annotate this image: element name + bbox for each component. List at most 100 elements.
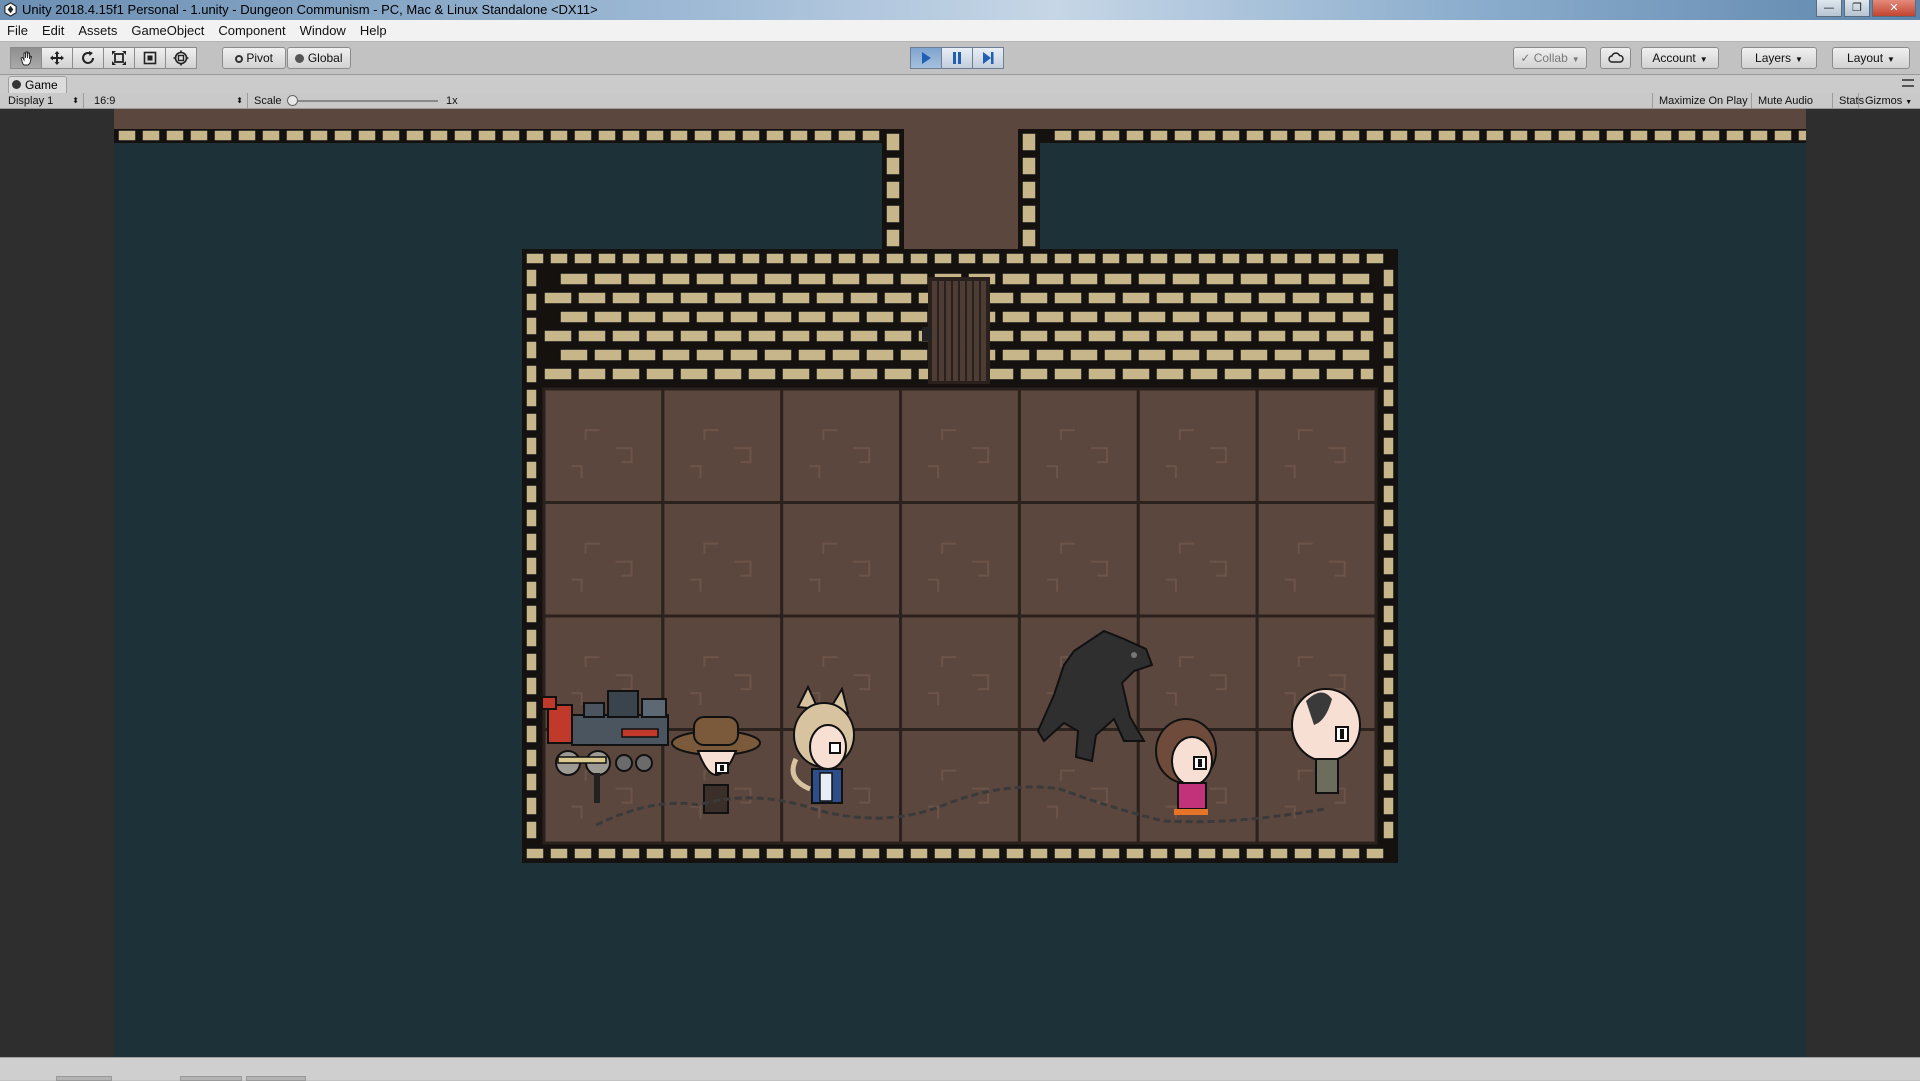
brick — [1223, 329, 1253, 343]
maximize-button[interactable]: ❐ — [1844, 0, 1870, 17]
menu-assets[interactable]: Assets — [71, 23, 124, 38]
wall-stone — [1581, 129, 1601, 142]
brick — [1359, 367, 1375, 381]
brick — [1205, 310, 1235, 324]
rect-tool-button[interactable] — [134, 47, 166, 69]
game-tab[interactable]: Game — [8, 76, 67, 93]
border-stone — [549, 252, 569, 265]
border-stone — [1382, 796, 1395, 816]
wall-stone — [429, 129, 449, 142]
floor-tile — [542, 387, 665, 504]
game-render[interactable] — [114, 109, 1806, 1057]
brick — [713, 329, 743, 343]
collab-button[interactable]: ✓ Collab ▼ — [1513, 47, 1587, 69]
wall-stone — [117, 129, 137, 142]
border-stone — [1382, 604, 1395, 624]
menu-edit[interactable]: Edit — [35, 23, 71, 38]
transform-tool-button[interactable] — [165, 47, 197, 69]
aspect-caret-icon: ⬍ — [236, 96, 243, 105]
brick — [559, 272, 589, 286]
display-value: Display 1 — [8, 95, 54, 107]
border-stone — [525, 604, 538, 624]
border-stone — [621, 252, 641, 265]
border-stone — [525, 460, 538, 480]
layout-dropdown[interactable]: Layout ▼ — [1832, 47, 1910, 69]
game-tab-label: Game — [25, 78, 58, 92]
display-select[interactable]: Display 1 ⬍ — [0, 93, 84, 109]
wall-stone — [1725, 129, 1745, 142]
brick — [1239, 310, 1269, 324]
border-stone — [1101, 252, 1121, 265]
brick — [1053, 329, 1083, 343]
cloud-button[interactable] — [1600, 47, 1631, 69]
brick — [645, 367, 675, 381]
brick — [1001, 348, 1031, 362]
brick — [1087, 291, 1117, 305]
brick — [849, 329, 879, 343]
brick — [661, 348, 691, 362]
floor-tile — [1136, 614, 1259, 731]
play-icon — [922, 52, 931, 64]
step-button[interactable] — [972, 47, 1004, 69]
menu-help[interactable]: Help — [353, 23, 394, 38]
brick — [797, 272, 827, 286]
menu-component[interactable]: Component — [211, 23, 292, 38]
scale-slider-track[interactable] — [292, 100, 438, 102]
brick — [1103, 348, 1133, 362]
global-toggle-button[interactable]: Global — [287, 47, 351, 69]
hand-tool-button[interactable] — [10, 47, 42, 69]
wall-stone — [1317, 129, 1337, 142]
wall-stone — [477, 129, 497, 142]
wall-stone — [525, 129, 545, 142]
pivot-toggle-button[interactable]: Pivot — [222, 47, 286, 69]
menu-gameobject[interactable]: GameObject — [124, 23, 211, 38]
border-stone — [525, 388, 538, 408]
border-stone — [1221, 847, 1241, 860]
minimize-button[interactable]: — — [1816, 0, 1842, 17]
move-tool-button[interactable] — [41, 47, 73, 69]
border-stone — [1382, 316, 1395, 336]
main-toolbar: Pivot Global ✓ Collab ▼ Account ▼ Layers ▼ … — [0, 42, 1920, 75]
wall-stone — [1773, 129, 1793, 142]
scale-tool-button[interactable] — [103, 47, 135, 69]
layers-dropdown[interactable]: Layers ▼ — [1741, 47, 1817, 69]
game-tab-icon — [12, 80, 21, 89]
border-stone — [573, 252, 593, 265]
wall-stone — [1053, 129, 1073, 142]
brick — [1171, 348, 1201, 362]
brick — [1239, 272, 1269, 286]
mute-audio-toggle[interactable]: Mute Audio — [1751, 93, 1819, 109]
border-stone — [1382, 292, 1395, 312]
aspect-select[interactable]: 16:9 ⬍ — [86, 93, 248, 109]
brick — [1069, 310, 1099, 324]
brick — [797, 310, 827, 324]
wall-stone — [1365, 129, 1385, 142]
rotate-tool-button[interactable] — [72, 47, 104, 69]
brick — [577, 329, 607, 343]
wall-stone — [189, 129, 209, 142]
pause-button[interactable] — [941, 47, 973, 69]
maximize-on-play-toggle[interactable]: Maximize On Play — [1652, 93, 1754, 109]
game-tab-bar: Game — [0, 75, 1920, 93]
global-label: Global — [307, 51, 343, 65]
wall-stone — [1021, 156, 1037, 176]
tab-menu-icon[interactable] — [1902, 79, 1914, 87]
check-icon: ✓ — [1520, 51, 1531, 65]
brick — [559, 310, 589, 324]
account-dropdown[interactable]: Account ▼ — [1641, 47, 1719, 69]
border-stone — [1382, 484, 1395, 504]
brick — [543, 291, 573, 305]
brick — [985, 329, 1015, 343]
close-button[interactable]: ✕ — [1872, 0, 1916, 17]
border-stone — [1382, 628, 1395, 648]
border-stone — [525, 484, 538, 504]
play-button[interactable] — [910, 47, 942, 69]
brick — [559, 348, 589, 362]
menu-file[interactable]: File — [0, 23, 35, 38]
scale-slider-thumb[interactable] — [287, 95, 298, 106]
menu-window[interactable]: Window — [293, 23, 353, 38]
gizmos-dropdown[interactable]: Gizmos ▼ — [1858, 93, 1920, 109]
unity-logo-icon — [4, 2, 17, 17]
game-viewport[interactable] — [0, 109, 1920, 1057]
wall-stone — [309, 129, 329, 142]
